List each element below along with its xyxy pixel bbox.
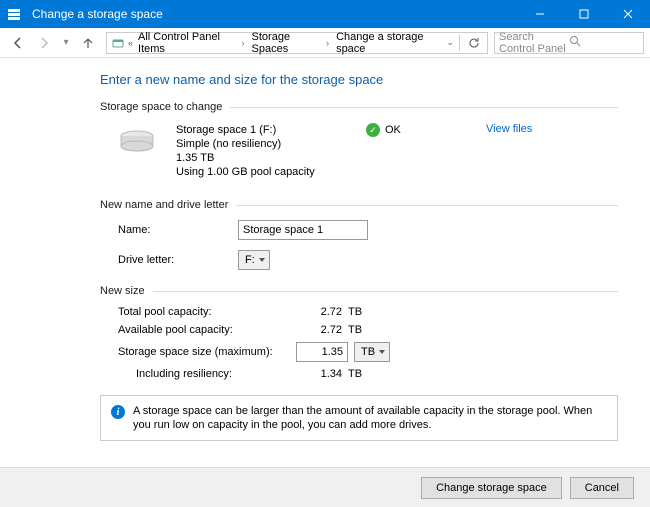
search-icon (569, 35, 639, 50)
max-size-label: Storage space size (maximum): (118, 346, 288, 359)
maximize-button[interactable] (562, 0, 606, 28)
close-button[interactable] (606, 0, 650, 28)
location-icon (111, 35, 125, 51)
resiliency-value: 1.34 (288, 368, 348, 380)
up-button[interactable] (76, 31, 100, 55)
footer: Change storage space Cancel (0, 467, 650, 507)
change-storage-space-button[interactable]: Change storage space (421, 477, 562, 499)
available-capacity-label: Available pool capacity: (118, 324, 288, 336)
available-capacity-unit: TB (348, 324, 388, 336)
breadcrumb-item[interactable]: Storage Spaces (250, 31, 322, 55)
chevron-right-icon[interactable]: « (127, 38, 134, 48)
total-capacity-unit: TB (348, 306, 388, 318)
total-capacity-label: Total pool capacity: (118, 306, 288, 318)
navbar: ▾ « All Control Panel Items › Storage Sp… (0, 28, 650, 58)
titlebar: Change a storage space (0, 0, 650, 28)
info-box: i A storage space can be larger than the… (100, 395, 618, 441)
cancel-button[interactable]: Cancel (570, 477, 634, 499)
info-icon: i (111, 405, 125, 419)
page-title: Enter a new name and size for the storag… (100, 72, 618, 87)
address-dropdown-icon[interactable]: ⌄ (445, 37, 455, 48)
drive-size: 1.35 TB (176, 151, 346, 165)
legend-new-size: New size (100, 285, 618, 297)
legend-storage-to-change: Storage space to change (100, 101, 618, 113)
chevron-right-icon: › (323, 38, 332, 48)
recent-dropdown-icon[interactable]: ▾ (58, 37, 74, 48)
view-files-link[interactable]: View files (486, 123, 532, 135)
drive-status: ✓ OK (366, 123, 466, 137)
legend-new-name: New name and drive letter (100, 199, 618, 211)
section-new-name: New name and drive letter Name: Drive le… (100, 199, 618, 273)
total-capacity-value: 2.72 (288, 306, 348, 318)
refresh-button[interactable] (464, 37, 483, 49)
search-placeholder: Search Control Panel (499, 31, 569, 55)
window-title: Change a storage space (28, 7, 518, 21)
available-capacity-value: 2.72 (288, 324, 348, 336)
drive-letter-select[interactable]: F: (238, 250, 270, 270)
chevron-right-icon: › (239, 38, 248, 48)
drive-info: Storage space 1 (F:) Simple (no resilien… (176, 123, 346, 179)
drive-pool-usage: Using 1.00 GB pool capacity (176, 165, 346, 179)
breadcrumb-item[interactable]: Change a storage space (334, 31, 441, 55)
back-button[interactable] (6, 31, 30, 55)
max-size-unit-select[interactable]: TB (354, 342, 390, 362)
resiliency-unit: TB (348, 368, 388, 380)
content-area: Enter a new name and size for the storag… (0, 58, 650, 441)
forward-button[interactable] (32, 31, 56, 55)
ok-icon: ✓ (366, 123, 380, 137)
section-new-size: New size Total pool capacity: 2.72 TB Av… (100, 285, 618, 383)
app-icon (0, 7, 28, 21)
search-input[interactable]: Search Control Panel (494, 32, 644, 54)
name-input[interactable] (238, 220, 368, 240)
info-message: A storage space can be larger than the a… (133, 404, 607, 432)
drive-letter-label: Drive letter: (118, 254, 238, 266)
max-size-input[interactable] (296, 342, 348, 362)
name-label: Name: (118, 224, 238, 236)
address-bar[interactable]: « All Control Panel Items › Storage Spac… (106, 32, 488, 54)
resiliency-label: Including resiliency: (118, 368, 288, 380)
drive-resiliency: Simple (no resiliency) (176, 137, 346, 151)
drive-name: Storage space 1 (F:) (176, 123, 346, 137)
breadcrumb-item[interactable]: All Control Panel Items (136, 31, 237, 55)
drive-icon (118, 129, 156, 155)
section-storage-to-change: Storage space to change Storage space 1 … (100, 101, 618, 187)
status-text: OK (385, 124, 401, 136)
minimize-button[interactable] (518, 0, 562, 28)
